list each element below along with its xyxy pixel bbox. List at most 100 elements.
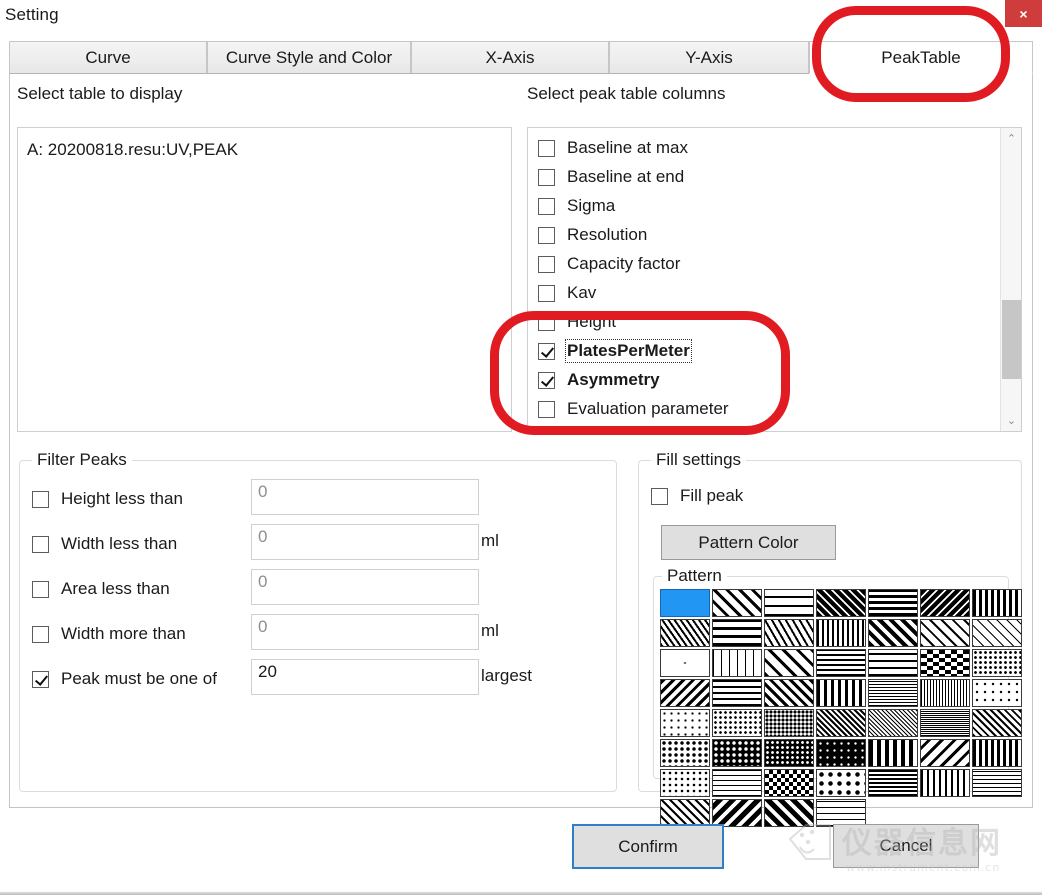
filter-checkbox-row[interactable]: Width less than <box>32 531 177 557</box>
filter-checkbox[interactable] <box>32 626 49 643</box>
pattern-swatch[interactable] <box>920 649 970 677</box>
column-checkbox[interactable] <box>538 401 555 418</box>
fill-peak-checkbox[interactable] <box>651 488 668 505</box>
pattern-swatch[interactable] <box>972 709 1022 737</box>
filter-checkbox[interactable] <box>32 491 49 508</box>
filter-value-input[interactable]: 20 <box>251 659 479 695</box>
pattern-swatch[interactable] <box>660 619 710 647</box>
pattern-swatch[interactable] <box>660 679 710 707</box>
pattern-swatch[interactable] <box>816 799 866 827</box>
pattern-swatch[interactable] <box>920 709 970 737</box>
filter-value-input[interactable]: 0 <box>251 524 479 560</box>
list-item[interactable]: A: 20200818.resu:UV,PEAK <box>27 140 238 160</box>
scrollbar-thumb[interactable] <box>1002 300 1021 378</box>
peak-columns-list[interactable]: Baseline at max Baseline at end Sigma Resol… <box>527 127 1022 432</box>
confirm-button[interactable]: Confirm <box>572 824 724 869</box>
pattern-swatch[interactable] <box>764 739 814 767</box>
pattern-swatch-grid[interactable] <box>660 589 1016 827</box>
pattern-swatch[interactable] <box>660 649 710 677</box>
filter-value-input[interactable]: 0 <box>251 569 479 605</box>
pattern-swatch[interactable] <box>660 739 710 767</box>
pattern-swatch[interactable] <box>816 589 866 617</box>
pattern-swatch[interactable] <box>972 769 1022 797</box>
column-checkbox-row[interactable]: Capacity factor <box>538 251 680 277</box>
scroll-down-icon[interactable]: ⌄ <box>1001 410 1022 431</box>
pattern-swatch[interactable] <box>660 769 710 797</box>
pattern-swatch[interactable] <box>712 709 762 737</box>
pattern-swatch[interactable] <box>920 589 970 617</box>
pattern-swatch[interactable] <box>816 769 866 797</box>
pattern-swatch[interactable] <box>712 649 762 677</box>
column-checkbox[interactable] <box>538 372 555 389</box>
column-checkbox-row[interactable]: Sigma <box>538 193 615 219</box>
filter-checkbox[interactable] <box>32 671 49 688</box>
column-checkbox[interactable] <box>538 227 555 244</box>
pattern-swatch[interactable] <box>816 739 866 767</box>
filter-value-input[interactable]: 0 <box>251 479 479 515</box>
pattern-swatch[interactable] <box>868 709 918 737</box>
column-checkbox[interactable] <box>538 343 555 360</box>
column-checkbox-row[interactable]: Baseline at end <box>538 164 684 190</box>
pattern-swatch[interactable] <box>712 769 762 797</box>
pattern-swatch[interactable] <box>972 619 1022 647</box>
scroll-up-icon[interactable]: ⌃ <box>1001 128 1022 149</box>
pattern-swatch[interactable] <box>972 649 1022 677</box>
pattern-swatch[interactable] <box>972 679 1022 707</box>
cancel-button[interactable]: Cancel <box>833 824 979 868</box>
pattern-swatch[interactable] <box>920 769 970 797</box>
column-checkbox-row[interactable]: Height <box>538 309 616 335</box>
pattern-swatch[interactable] <box>660 799 710 827</box>
pattern-swatch[interactable] <box>920 679 970 707</box>
pattern-swatch[interactable] <box>868 739 918 767</box>
columns-list-scrollbar[interactable]: ⌃ ⌄ <box>1000 128 1021 431</box>
column-checkbox[interactable] <box>538 256 555 273</box>
close-icon[interactable]: × <box>1005 0 1042 27</box>
pattern-swatch[interactable] <box>868 589 918 617</box>
pattern-swatch[interactable] <box>712 799 762 827</box>
pattern-swatch[interactable] <box>764 709 814 737</box>
filter-checkbox[interactable] <box>32 581 49 598</box>
pattern-swatch[interactable] <box>764 799 814 827</box>
pattern-swatch[interactable] <box>972 739 1022 767</box>
column-checkbox[interactable] <box>538 285 555 302</box>
column-checkbox-row[interactable]: Kav <box>538 280 596 306</box>
tab-curve[interactable]: Curve <box>9 41 207 74</box>
pattern-swatch[interactable] <box>972 589 1022 617</box>
pattern-swatch[interactable] <box>816 619 866 647</box>
column-checkbox[interactable] <box>538 314 555 331</box>
filter-checkbox[interactable] <box>32 536 49 553</box>
tab-peaktable[interactable]: PeakTable <box>809 41 1033 74</box>
pattern-color-button[interactable]: Pattern Color <box>661 525 836 560</box>
fill-peak-checkbox-row[interactable]: Fill peak <box>651 483 743 509</box>
column-checkbox[interactable] <box>538 198 555 215</box>
column-checkbox[interactable] <box>538 169 555 186</box>
pattern-swatch[interactable] <box>816 679 866 707</box>
filter-checkbox-row[interactable]: Peak must be one of <box>32 666 217 692</box>
pattern-swatch[interactable] <box>816 649 866 677</box>
column-checkbox-row[interactable]: Resolution <box>538 222 647 248</box>
tab-curve-style-and-color[interactable]: Curve Style and Color <box>207 41 411 74</box>
table-list[interactable]: A: 20200818.resu:UV,PEAK <box>17 127 512 432</box>
column-checkbox[interactable] <box>538 140 555 157</box>
pattern-swatch[interactable] <box>712 619 762 647</box>
pattern-swatch[interactable] <box>868 619 918 647</box>
pattern-swatch[interactable] <box>868 649 918 677</box>
pattern-swatch[interactable] <box>660 709 710 737</box>
filter-checkbox-row[interactable]: Area less than <box>32 576 170 602</box>
pattern-swatch[interactable] <box>764 619 814 647</box>
pattern-swatch[interactable] <box>920 619 970 647</box>
pattern-swatch[interactable] <box>920 739 970 767</box>
pattern-swatch[interactable] <box>764 679 814 707</box>
pattern-swatch[interactable] <box>868 679 918 707</box>
pattern-swatch[interactable] <box>712 739 762 767</box>
pattern-swatch[interactable] <box>712 679 762 707</box>
column-checkbox-row[interactable]: PlatesPerMeter <box>538 338 690 364</box>
column-checkbox-row[interactable]: Evaluation parameter <box>538 396 729 422</box>
filter-checkbox-row[interactable]: Height less than <box>32 486 183 512</box>
filter-checkbox-row[interactable]: Width more than <box>32 621 186 647</box>
column-checkbox-row[interactable]: Baseline at max <box>538 135 688 161</box>
pattern-swatch[interactable] <box>764 769 814 797</box>
pattern-swatch[interactable] <box>764 649 814 677</box>
pattern-swatch[interactable] <box>712 589 762 617</box>
column-checkbox-row[interactable]: Asymmetry <box>538 367 660 393</box>
